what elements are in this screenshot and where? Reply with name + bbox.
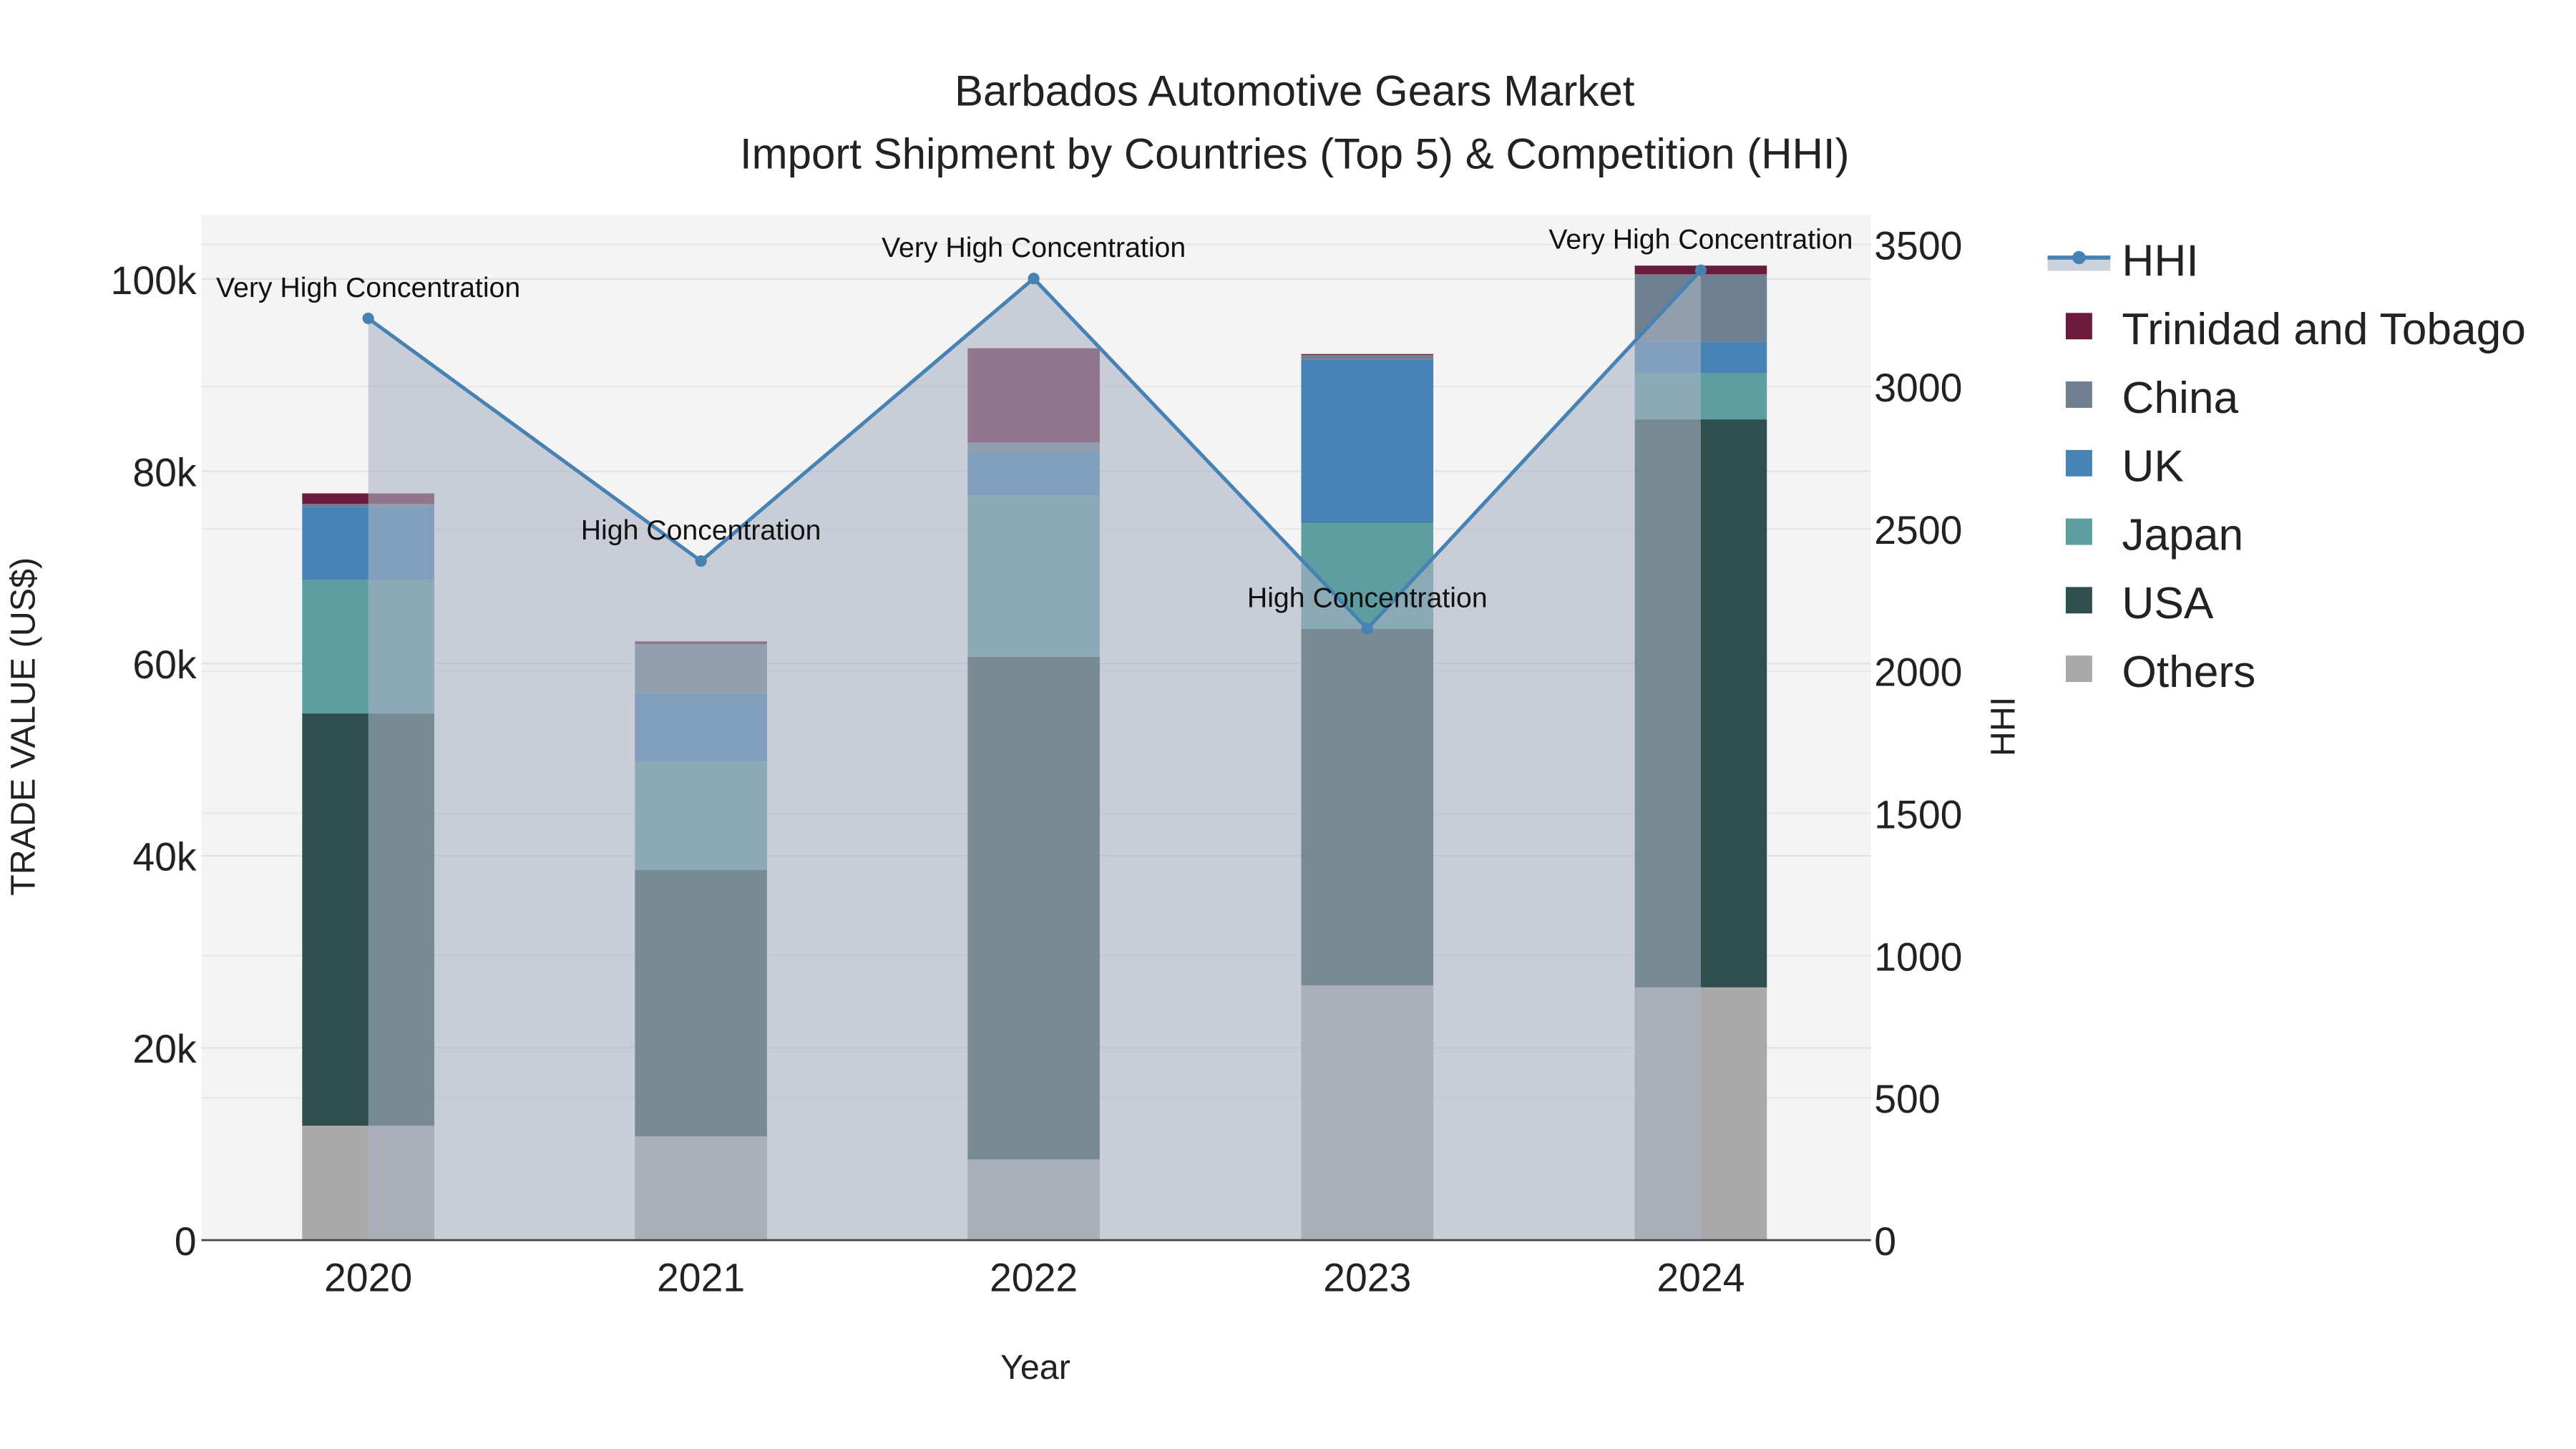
- bar-china: [1301, 355, 1434, 360]
- bar-uk: [1301, 359, 1434, 524]
- y-tick-label: 60k: [132, 643, 197, 687]
- legend-item-japan[interactable]: Japan: [2065, 510, 2243, 560]
- hhi-point: [1694, 264, 1707, 276]
- legend-label: USA: [2122, 579, 2214, 628]
- y-tick-label: 20k: [132, 1027, 197, 1071]
- chart-subtitle: Import Shipment by Countries (Top 5) & C…: [740, 130, 1850, 177]
- y-tick-label: 40k: [132, 835, 197, 879]
- hhi-annotation: Very High Concentration: [882, 232, 1186, 263]
- legend-swatch: [2065, 381, 2092, 408]
- hhi-annotation: High Concentration: [581, 514, 821, 546]
- bar-trinidad-and-tobago: [1301, 353, 1434, 356]
- legend-label: Others: [2122, 648, 2255, 697]
- y-axis-title: TRADE VALUE (US$): [4, 557, 42, 896]
- y2-tick-label: 0: [1874, 1219, 1896, 1264]
- legend-item-hhi[interactable]: HHI: [2047, 236, 2199, 286]
- hhi-annotation: High Concentration: [1247, 582, 1488, 614]
- hhi-annotation: Very High Concentration: [216, 272, 520, 303]
- x-axis-title: Year: [1000, 1348, 1070, 1387]
- legend-swatch: [2065, 655, 2092, 683]
- legend-swatch: [2065, 313, 2092, 340]
- legend-item-china[interactable]: China: [2065, 374, 2239, 423]
- y2-tick-label: 1500: [1874, 792, 1962, 836]
- x-tick-label: 2023: [1323, 1256, 1411, 1300]
- y2-tick-label: 2500: [1874, 508, 1962, 552]
- hhi-point: [1028, 273, 1040, 285]
- chart: Very High Concentration High Concentratio…: [4, 67, 2526, 1387]
- x-tick-label: 2020: [324, 1256, 412, 1300]
- legend-swatch: [2065, 587, 2092, 614]
- legend-label: UK: [2122, 442, 2184, 492]
- y2-axis-title: HHI: [1984, 697, 2022, 756]
- legend-item-uk[interactable]: UK: [2065, 442, 2184, 492]
- legend-item-others[interactable]: Others: [2065, 648, 2255, 697]
- y2-tick-label: 1000: [1874, 935, 1962, 979]
- y-tick-label: 80k: [132, 450, 197, 494]
- legend-swatch: [2065, 449, 2092, 477]
- y-tick-label: 100k: [111, 258, 197, 303]
- y2-tick-label: 3000: [1874, 366, 1962, 410]
- x-tick-label: 2024: [1657, 1256, 1745, 1300]
- x-tick-label: 2021: [657, 1256, 745, 1300]
- y-tick-label: 0: [175, 1219, 197, 1264]
- legend-label: Japan: [2122, 510, 2243, 560]
- legend-item-trinidad-and-tobago[interactable]: Trinidad and Tobago: [2065, 305, 2526, 354]
- hhi-point: [695, 555, 707, 567]
- hhi-point: [1361, 623, 1373, 635]
- legend-label: HHI: [2122, 236, 2198, 286]
- y2-tick-label: 500: [1874, 1077, 1940, 1121]
- x-tick-label: 2022: [990, 1256, 1078, 1300]
- legend-swatch: [2065, 518, 2092, 545]
- hhi-annotation: Very High Concentration: [1548, 224, 1853, 255]
- legend-label: Trinidad and Tobago: [2122, 305, 2526, 354]
- chart-title: Barbados Automotive Gears Market: [955, 67, 1635, 115]
- hhi-legend-marker: [2072, 250, 2086, 265]
- legend-item-usa[interactable]: USA: [2065, 579, 2214, 628]
- y2-tick-label: 2000: [1874, 650, 1962, 695]
- legend-label: China: [2122, 374, 2238, 423]
- hhi-point: [362, 312, 374, 324]
- y2-tick-label: 3500: [1874, 223, 1962, 268]
